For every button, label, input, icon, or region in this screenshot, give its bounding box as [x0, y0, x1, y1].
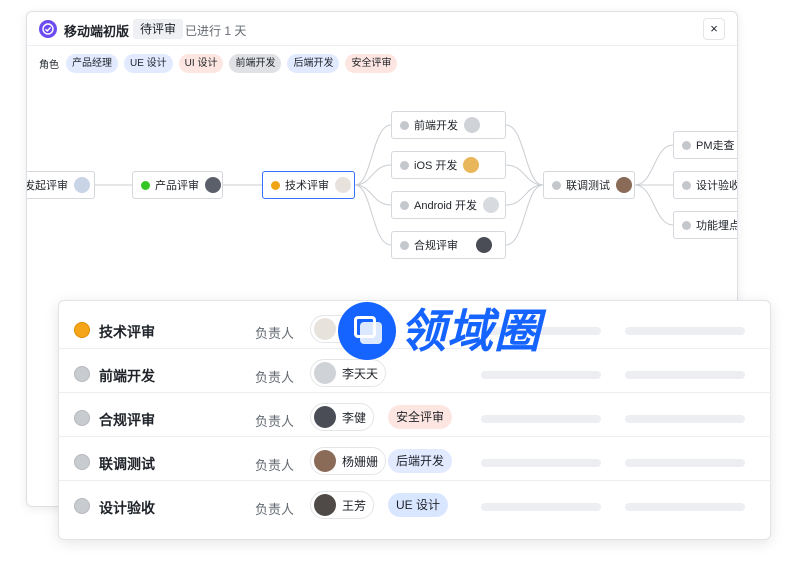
placeholder-bar	[481, 415, 601, 423]
owner-name: 李健	[342, 410, 367, 425]
status-dot	[552, 180, 561, 190]
node-label: 功能埋点	[696, 220, 738, 232]
placeholder-bar	[625, 415, 745, 423]
flow-node-android[interactable]: Android 开发	[391, 191, 506, 219]
owner-chip[interactable]: 李天天	[310, 359, 387, 387]
flow-node-frontend[interactable]: 前端开发	[391, 111, 506, 139]
owner-name: 李天天	[342, 366, 379, 381]
task-title: 联调测试	[99, 456, 155, 472]
node-label: iOS 开发	[414, 160, 458, 172]
placeholder-bar	[625, 459, 745, 467]
task-row[interactable]: 合规评审 负责人 李健 安全评审	[59, 393, 772, 437]
placeholder-bar	[625, 503, 745, 511]
flow-node-tracking[interactable]: 功能埋点	[673, 211, 738, 239]
avatar	[476, 237, 492, 253]
flow-node-product[interactable]: 产品评审	[132, 171, 223, 199]
task-row[interactable]: 联调测试 负责人 杨姗姗 后端开发	[59, 437, 772, 481]
node-label: Android 开发	[414, 200, 477, 212]
avatar	[616, 177, 632, 193]
flow-node-tech[interactable]: 技术评审	[262, 171, 355, 199]
owner-name: 杨姗姗	[342, 454, 379, 469]
avatar	[464, 117, 480, 133]
placeholder-bar	[481, 503, 601, 511]
owner-label: 负责人	[255, 370, 295, 385]
node-label: 联调测试	[566, 180, 610, 192]
task-title: 技术评审	[99, 324, 155, 340]
owner-name: 王芳	[342, 498, 367, 513]
flow-node-design[interactable]: 设计验收	[673, 171, 738, 199]
role-tag: UE 设计	[388, 493, 449, 517]
owner-chip[interactable]: 李健	[310, 403, 375, 431]
status-dot	[682, 140, 691, 150]
owner-label: 负责人	[255, 458, 295, 473]
owner-label: 负责人	[255, 326, 295, 341]
node-label: 设计验收	[696, 180, 738, 192]
status-dot	[74, 322, 90, 338]
status-dot	[74, 366, 90, 382]
status-dot	[141, 180, 150, 190]
status-dot	[74, 454, 90, 470]
owner-label: 负责人	[255, 414, 295, 429]
watermark-square	[360, 322, 382, 344]
role-tag: 后端开发	[388, 449, 453, 473]
task-row[interactable]: 设计验收 负责人 王芳 UE 设计	[59, 481, 772, 525]
status-dot	[400, 120, 409, 130]
avatar	[335, 177, 351, 193]
watermark-logo-icon	[338, 302, 396, 360]
node-label: 前端开发	[414, 120, 458, 132]
task-title: 合规评审	[99, 412, 155, 428]
node-label: PM走查	[696, 140, 735, 152]
node-label: 合规评审	[414, 240, 458, 252]
flow-node-joint[interactable]: 联调测试	[543, 171, 635, 199]
status-dot	[74, 410, 90, 426]
task-title: 前端开发	[99, 368, 155, 384]
owner-chip[interactable]: 杨姗姗	[310, 447, 387, 475]
status-dot	[400, 160, 409, 170]
placeholder-bar	[625, 371, 745, 379]
avatar	[74, 177, 90, 193]
status-dot	[74, 498, 90, 514]
owner-label: 负责人	[255, 502, 295, 517]
status-dot	[400, 240, 409, 250]
avatar	[314, 318, 336, 340]
status-dot	[682, 180, 691, 190]
status-dot	[682, 220, 691, 230]
avatar	[314, 494, 336, 516]
role-tag: 安全评审	[388, 405, 453, 429]
flow-node-compliance[interactable]: 合规评审	[391, 231, 506, 259]
status-dot	[400, 200, 409, 210]
avatar	[314, 406, 336, 428]
placeholder-bar	[625, 327, 745, 335]
flow-node-start[interactable]: 发起评审	[26, 171, 95, 199]
avatar	[314, 450, 336, 472]
avatar	[482, 197, 499, 213]
placeholder-bar	[481, 371, 601, 379]
placeholder-bar	[481, 459, 601, 467]
status-dot	[271, 180, 280, 190]
avatar	[463, 157, 480, 173]
node-label: 发起评审	[26, 180, 68, 192]
task-title: 设计验收	[99, 500, 155, 516]
owner-chip[interactable]: 王芳	[310, 491, 375, 519]
avatar	[205, 177, 221, 193]
node-label: 产品评审	[155, 180, 199, 192]
avatar	[314, 362, 336, 384]
watermark-text: 领域圈	[400, 305, 541, 357]
flow-node-ios[interactable]: iOS 开发	[391, 151, 506, 179]
flow-node-pm[interactable]: PM走查	[673, 131, 737, 159]
node-label: 技术评审	[285, 180, 329, 192]
